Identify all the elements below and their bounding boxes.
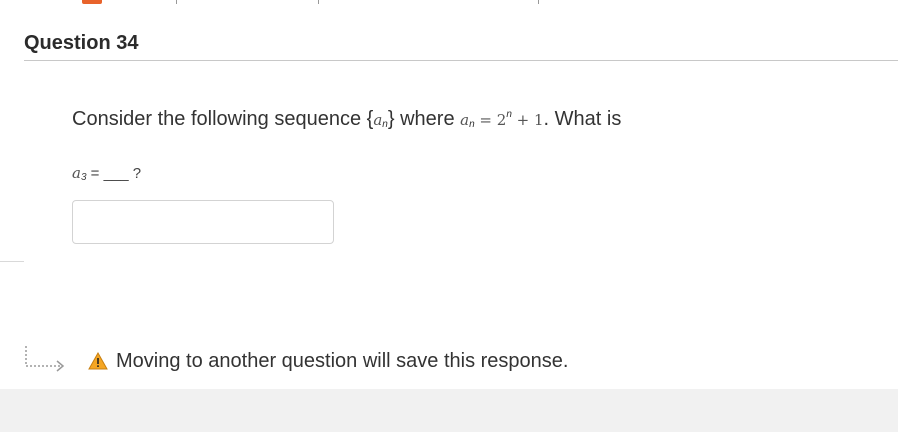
warning-icon xyxy=(88,351,108,370)
question-header: Question 34 xyxy=(24,28,898,61)
prompt-prefix: Consider the following sequence xyxy=(72,108,362,130)
sequence-expression: {an} xyxy=(366,108,395,130)
question-blank-line: a3 = ___ ? xyxy=(72,164,142,183)
dotted-arrow-icon xyxy=(24,344,70,378)
save-notice: Moving to another question will save thi… xyxy=(24,336,568,386)
formula-expression: an = 2n + 1 xyxy=(460,109,544,130)
question-title: Question 34 xyxy=(24,32,139,54)
question-body: Consider the following sequence {an} whe… xyxy=(72,108,621,183)
prompt-suffix: . What is xyxy=(543,108,622,130)
toolbar-divider xyxy=(318,0,319,4)
prompt-mid: where xyxy=(400,108,455,130)
save-notice-text: Moving to another question will save thi… xyxy=(116,349,569,372)
top-toolbar-strip xyxy=(0,0,898,10)
question-prompt: Consider the following sequence {an} whe… xyxy=(72,108,621,131)
left-divider xyxy=(0,261,24,262)
toolbar-divider xyxy=(538,0,539,4)
answer-input[interactable] xyxy=(72,200,334,244)
toolbar-divider xyxy=(176,0,177,4)
flag-icon[interactable] xyxy=(82,0,102,4)
